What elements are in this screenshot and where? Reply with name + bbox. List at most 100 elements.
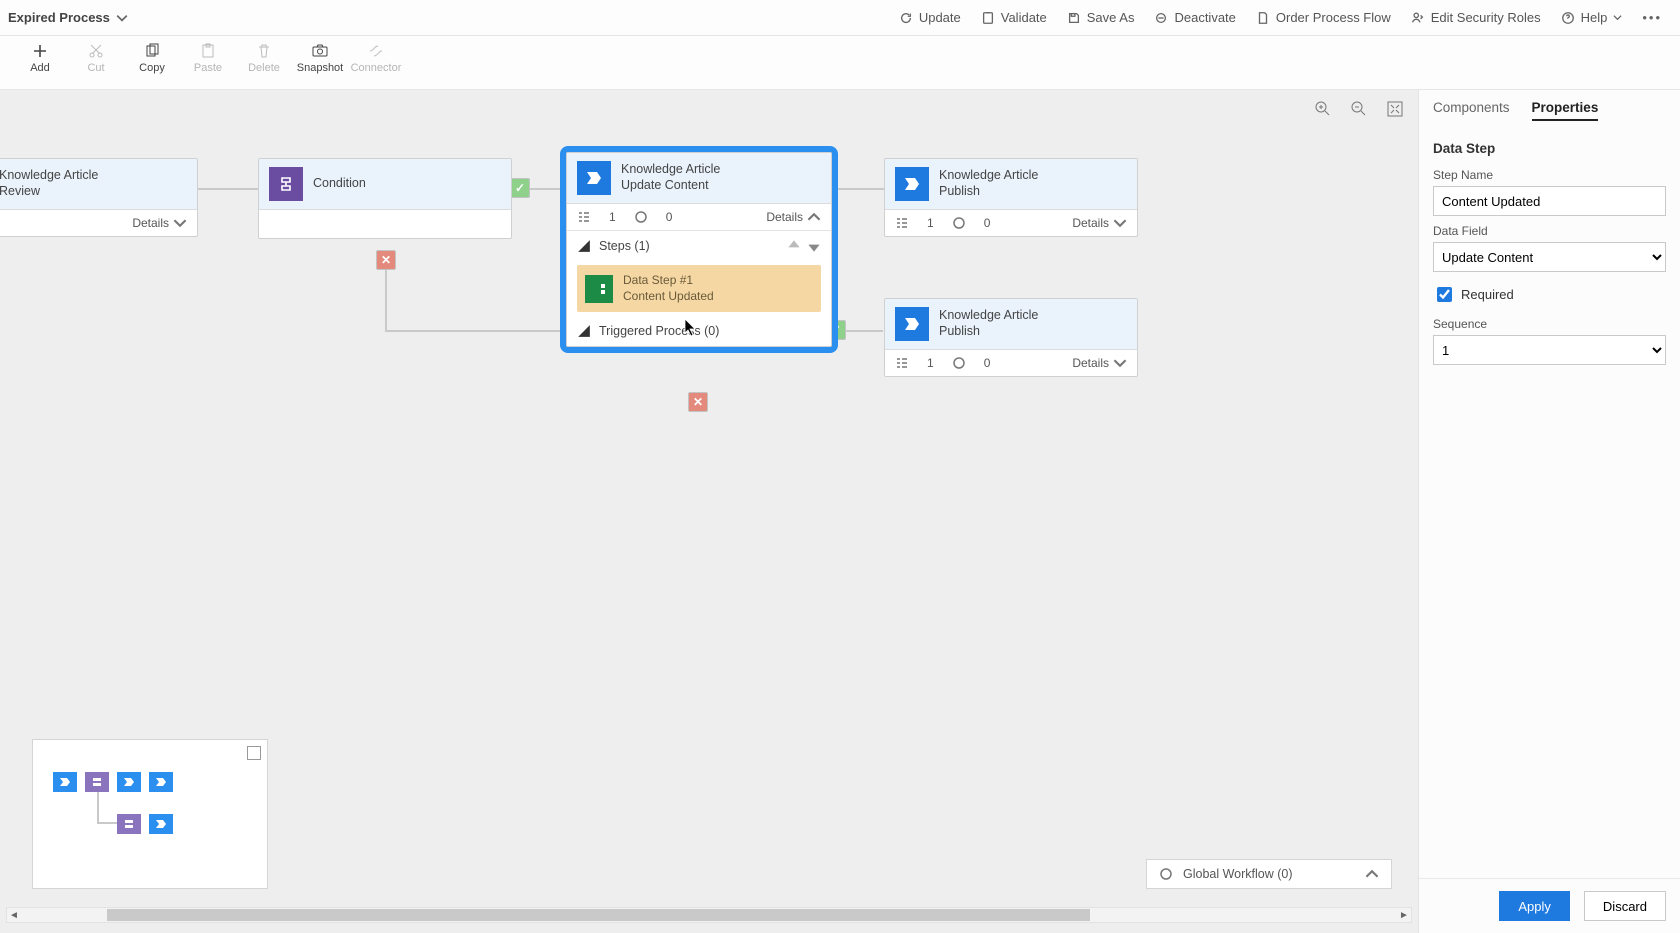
data-field-select[interactable]: Update Content xyxy=(1433,242,1666,272)
workflow-count: 0 xyxy=(984,356,991,370)
connector-button[interactable]: Connector xyxy=(348,42,404,74)
workflow-count-icon xyxy=(952,216,966,230)
paste-label: Paste xyxy=(194,62,222,74)
help-action[interactable]: Help xyxy=(1551,6,1633,29)
zoom-in-icon[interactable] xyxy=(1314,100,1332,118)
details-toggle[interactable]: Details xyxy=(1072,356,1127,370)
steps-count-icon xyxy=(895,356,909,370)
toolbar-ribbon: Add Cut Copy Paste Delete Snapshot Conne… xyxy=(0,36,1680,90)
scroll-left-arrow[interactable]: ◄ xyxy=(7,908,21,922)
step-name-input[interactable] xyxy=(1433,186,1666,216)
minimap-node xyxy=(149,814,173,834)
edit-security-action[interactable]: Edit Security Roles xyxy=(1401,6,1551,29)
order-flow-action[interactable]: Order Process Flow xyxy=(1246,6,1401,29)
scroll-right-arrow[interactable]: ► xyxy=(1397,908,1411,922)
order-flow-label: Order Process Flow xyxy=(1276,10,1391,25)
required-checkbox[interactable] xyxy=(1437,287,1452,302)
minimap-fit-icon[interactable] xyxy=(247,746,261,760)
stage-title: Knowledge ArticleReview xyxy=(0,168,98,199)
triggered-header-row[interactable]: Triggered Process (0) xyxy=(567,316,831,346)
scrollbar-thumb[interactable] xyxy=(107,909,1090,921)
delete-label: Delete xyxy=(248,62,280,74)
paste-button[interactable]: Paste xyxy=(180,42,236,74)
save-as-action[interactable]: Save As xyxy=(1057,6,1145,29)
steps-header: Steps (1) xyxy=(599,239,650,253)
apply-button[interactable]: Apply xyxy=(1499,891,1570,921)
properties-panel: Components Properties Data Step Step Nam… xyxy=(1418,90,1680,933)
global-workflow-bar[interactable]: Global Workflow (0) xyxy=(1146,859,1392,889)
move-down-icon[interactable] xyxy=(807,239,821,253)
add-button[interactable]: Add xyxy=(12,42,68,74)
data-step-text: Data Step #1Content Updated xyxy=(623,273,714,304)
snapshot-button[interactable]: Snapshot xyxy=(292,42,348,74)
collapse-icon xyxy=(577,324,591,338)
details-toggle[interactable]: Details xyxy=(766,210,821,224)
workflow-count: 0 xyxy=(666,210,673,224)
required-label: Required xyxy=(1461,287,1514,302)
cut-button[interactable]: Cut xyxy=(68,42,124,74)
more-actions[interactable]: ••• xyxy=(1632,6,1672,29)
cut-label: Cut xyxy=(87,62,104,74)
update-action[interactable]: Update xyxy=(889,6,971,29)
save-as-label: Save As xyxy=(1087,10,1135,25)
clipboard-icon xyxy=(981,11,995,25)
stage-update-content[interactable]: Knowledge ArticleUpdate Content 1 0 Deta… xyxy=(566,152,832,347)
plus-icon xyxy=(31,42,49,60)
validate-label: Validate xyxy=(1001,10,1047,25)
deactivate-action[interactable]: Deactivate xyxy=(1144,6,1245,29)
camera-icon xyxy=(311,42,329,60)
help-label: Help xyxy=(1581,10,1608,25)
validate-action[interactable]: Validate xyxy=(971,6,1057,29)
steps-header-row[interactable]: Steps (1) xyxy=(567,231,831,261)
trash-icon xyxy=(255,42,273,60)
stage-publish-2[interactable]: Knowledge ArticlePublish 1 0 Details xyxy=(884,298,1138,377)
chevron-down-icon xyxy=(1613,13,1622,22)
delete-button[interactable]: Delete xyxy=(236,42,292,74)
branch-yes-icon[interactable]: ✓ xyxy=(510,178,530,198)
details-toggle[interactable]: Details xyxy=(132,216,187,230)
branch-no-icon[interactable]: ✕ xyxy=(376,250,396,270)
horizontal-scrollbar[interactable]: ◄ ► xyxy=(6,907,1412,923)
fit-to-screen-icon[interactable] xyxy=(1386,100,1404,118)
stage-publish-1[interactable]: Knowledge ArticlePublish 1 0 Details xyxy=(884,158,1138,237)
sequence-select[interactable]: 1 xyxy=(1433,335,1666,365)
data-step-item[interactable]: Data Step #1Content Updated xyxy=(577,265,821,312)
deactivate-icon xyxy=(1154,11,1168,25)
tab-components[interactable]: Components xyxy=(1433,100,1510,121)
save-icon xyxy=(1067,11,1081,25)
copy-button[interactable]: Copy xyxy=(124,42,180,74)
tab-properties[interactable]: Properties xyxy=(1532,100,1599,121)
chevron-up-icon xyxy=(807,210,821,224)
process-title[interactable]: Expired Process xyxy=(8,10,128,25)
workflow-count-icon xyxy=(952,356,966,370)
move-up-icon[interactable] xyxy=(787,239,801,253)
stage-icon xyxy=(895,167,929,201)
scissors-icon xyxy=(87,42,105,60)
branch-no-icon[interactable]: ✕ xyxy=(688,392,708,412)
paste-icon xyxy=(199,42,217,60)
workflow-icon xyxy=(1159,867,1173,881)
sequence-label: Sequence xyxy=(1433,317,1666,331)
triggered-header: Triggered Process (0) xyxy=(599,324,719,338)
designer-canvas[interactable]: ✓ ✕ ✓ ✕ Knowledge ArticleReview 0 Detail… xyxy=(0,90,1418,933)
stage-review[interactable]: Knowledge ArticleReview 0 Details xyxy=(0,158,198,237)
minimap-node xyxy=(117,772,141,792)
chevron-down-icon xyxy=(116,12,128,24)
discard-button[interactable]: Discard xyxy=(1584,891,1666,921)
add-label: Add xyxy=(30,62,50,74)
stage-icon xyxy=(895,307,929,341)
work-area: ✓ ✕ ✓ ✕ Knowledge ArticleReview 0 Detail… xyxy=(0,90,1680,933)
steps-count: 1 xyxy=(609,210,616,224)
minimap[interactable] xyxy=(32,739,268,889)
minimap-node xyxy=(149,772,173,792)
details-toggle[interactable]: Details xyxy=(1072,216,1127,230)
copy-label: Copy xyxy=(139,62,165,74)
zoom-out-icon[interactable] xyxy=(1350,100,1368,118)
panel-section-title: Data Step xyxy=(1433,141,1666,156)
deactivate-label: Deactivate xyxy=(1174,10,1235,25)
step-name-label: Step Name xyxy=(1433,168,1666,182)
stage-condition[interactable]: Condition xyxy=(258,158,512,239)
workflow-count-icon xyxy=(634,210,648,224)
minimap-node xyxy=(85,772,109,792)
refresh-icon xyxy=(899,11,913,25)
